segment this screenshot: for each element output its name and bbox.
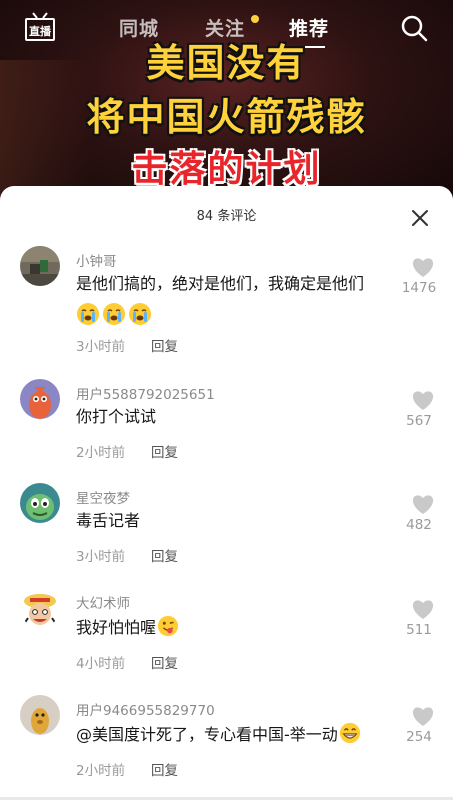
live-tv-icon[interactable]: 直播	[24, 12, 56, 42]
video-headline-line3: 击落的计划	[131, 149, 322, 190]
like-button[interactable]: 254	[403, 705, 443, 745]
like-button[interactable]: 511	[403, 598, 443, 638]
reply-button[interactable]: 回复	[151, 441, 178, 461]
top-navigation: 直播 同城 关注 推荐	[0, 0, 453, 56]
tab-local[interactable]: 同城	[119, 14, 159, 41]
comment-time: 2小时前	[76, 763, 126, 779]
comment-text: 我好怕怕喔	[76, 615, 179, 639]
live-label: 直播	[29, 24, 52, 38]
avatar[interactable]	[20, 483, 60, 523]
comment-text: @美国度计死了，专心看中国-举一动	[76, 722, 361, 746]
like-button[interactable]: 482	[403, 493, 443, 533]
comment-time: 3小时前	[76, 549, 126, 565]
comment-username[interactable]: 大幻术师	[76, 592, 130, 612]
tab-recommended[interactable]: 推荐	[289, 14, 329, 41]
reply-button[interactable]: 回复	[151, 335, 178, 355]
like-count: 254	[406, 729, 432, 745]
comment-username[interactable]: 星空夜梦	[76, 487, 130, 507]
comment-text: 是他们搞的，绝对是他们，我确定是他们	[76, 274, 365, 293]
comment-item: 星空夜梦 毒舌记者 3小时前 回复 482	[0, 483, 453, 587]
comment-username[interactable]: 用户9466955829770	[76, 699, 215, 719]
comment-time: 4小时前	[76, 656, 126, 672]
avatar[interactable]	[20, 246, 60, 286]
close-icon[interactable]	[408, 206, 432, 230]
grinning-face-icon	[339, 722, 360, 744]
comment-item: 小钟哥 是他们搞的，绝对是他们，我确定是他们 3小时前 回复 1476	[0, 246, 453, 355]
like-button[interactable]: 567	[403, 389, 443, 429]
active-tab-indicator	[305, 46, 325, 48]
video-headline-line2: 将中国火箭残骸	[86, 95, 367, 139]
comment-username[interactable]: 用户5588792025651	[76, 383, 215, 403]
like-count: 511	[406, 622, 432, 638]
like-button[interactable]: 1476	[402, 256, 443, 296]
comment-item: 用户9466955829770 @美国度计死了，专心看中国-举一动 2小时前 回…	[0, 695, 453, 799]
avatar[interactable]	[20, 379, 60, 419]
crying-face-icon	[77, 303, 99, 325]
heart-icon[interactable]	[411, 256, 435, 278]
comment-count: 84 条评论	[196, 209, 257, 224]
avatar[interactable]	[20, 588, 60, 628]
comment-text: 毒舌记者	[76, 511, 141, 530]
comment-text: 你打个试试	[76, 407, 157, 426]
following-notification-dot	[251, 15, 259, 23]
heart-icon[interactable]	[411, 389, 435, 411]
comment-text-content: @美国度计死了，专心看中国-举一动	[76, 725, 338, 744]
heart-icon[interactable]	[411, 705, 435, 727]
like-count: 567	[406, 413, 432, 429]
reply-button[interactable]: 回复	[151, 652, 178, 672]
comments-header: 84 条评论	[0, 186, 453, 238]
comment-time: 2小时前	[76, 445, 126, 461]
comments-sheet: 84 条评论 小钟哥 是他们搞的，绝对是他们，我确定是他们 3小时前 回复 14…	[0, 186, 453, 800]
reply-button[interactable]: 回复	[151, 545, 178, 565]
reply-button[interactable]: 回复	[151, 759, 178, 779]
winking-tongue-face-icon	[157, 615, 179, 637]
comment-item: 用户5588792025651 你打个试试 2小时前 回复 567	[0, 379, 453, 483]
tab-following[interactable]: 关注	[205, 14, 245, 41]
heart-icon[interactable]	[411, 598, 435, 620]
crying-face-icon	[129, 303, 151, 325]
comment-item: 大幻术师 我好怕怕喔 4小时前 回复 511	[0, 588, 453, 692]
heart-icon[interactable]	[411, 493, 435, 515]
search-icon[interactable]	[399, 13, 429, 43]
like-count: 482	[406, 517, 432, 533]
like-count: 1476	[401, 280, 437, 296]
comment-time: 3小时前	[76, 339, 126, 355]
comment-username[interactable]: 小钟哥	[76, 250, 117, 270]
avatar[interactable]	[20, 695, 60, 735]
comment-text-content: 我好怕怕喔	[76, 618, 157, 637]
comment-emojis	[76, 302, 154, 328]
crying-face-icon	[103, 303, 125, 325]
